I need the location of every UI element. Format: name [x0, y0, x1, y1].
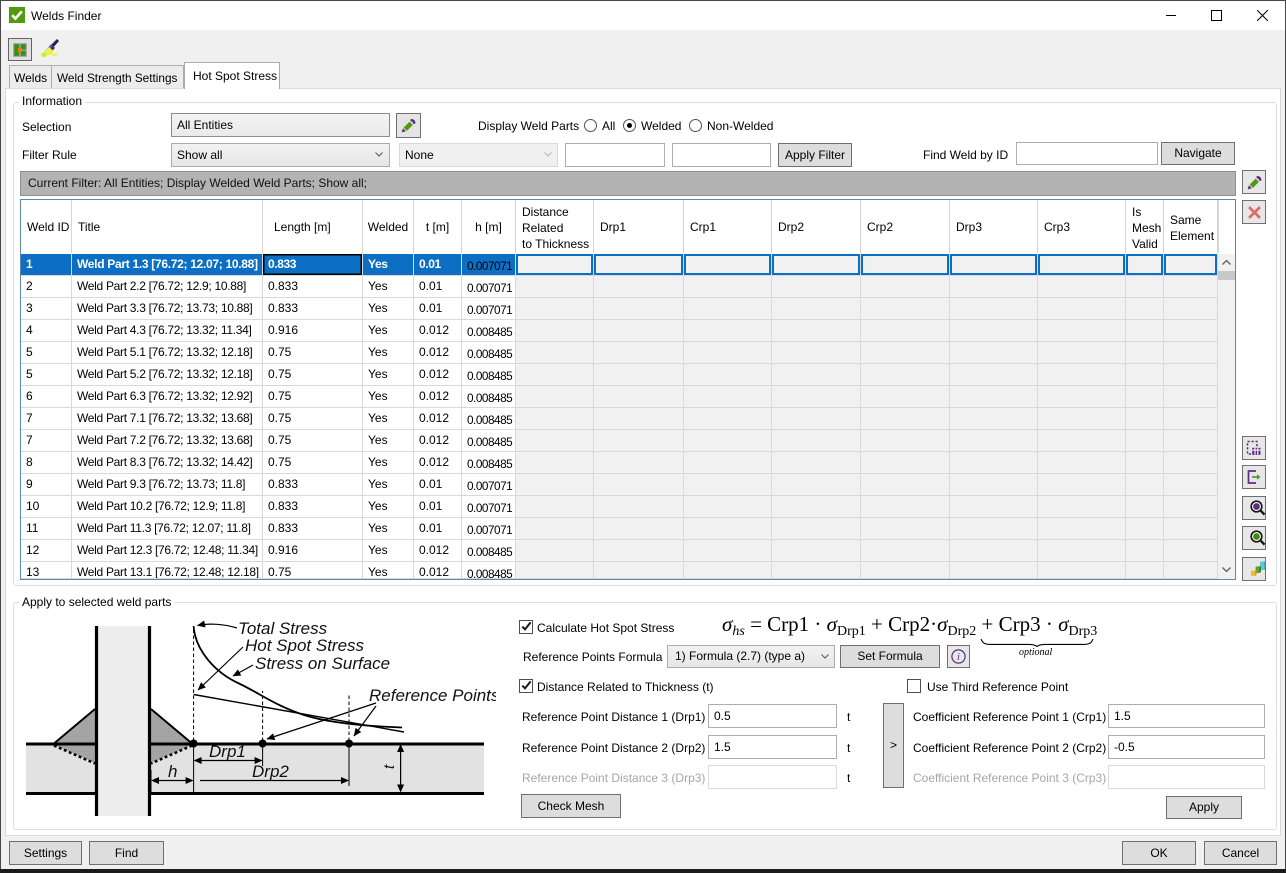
svg-text:Drp1: Drp1 — [209, 742, 246, 761]
svg-text:Reference Points: Reference Points — [369, 686, 496, 705]
svg-text:Drp2: Drp2 — [252, 762, 289, 781]
svg-text:h: h — [168, 762, 177, 781]
svg-text:Hot Spot Stress: Hot Spot Stress — [245, 636, 365, 655]
svg-text:i: i — [957, 652, 960, 663]
svg-text:Stress on Surface: Stress on Surface — [255, 654, 390, 673]
